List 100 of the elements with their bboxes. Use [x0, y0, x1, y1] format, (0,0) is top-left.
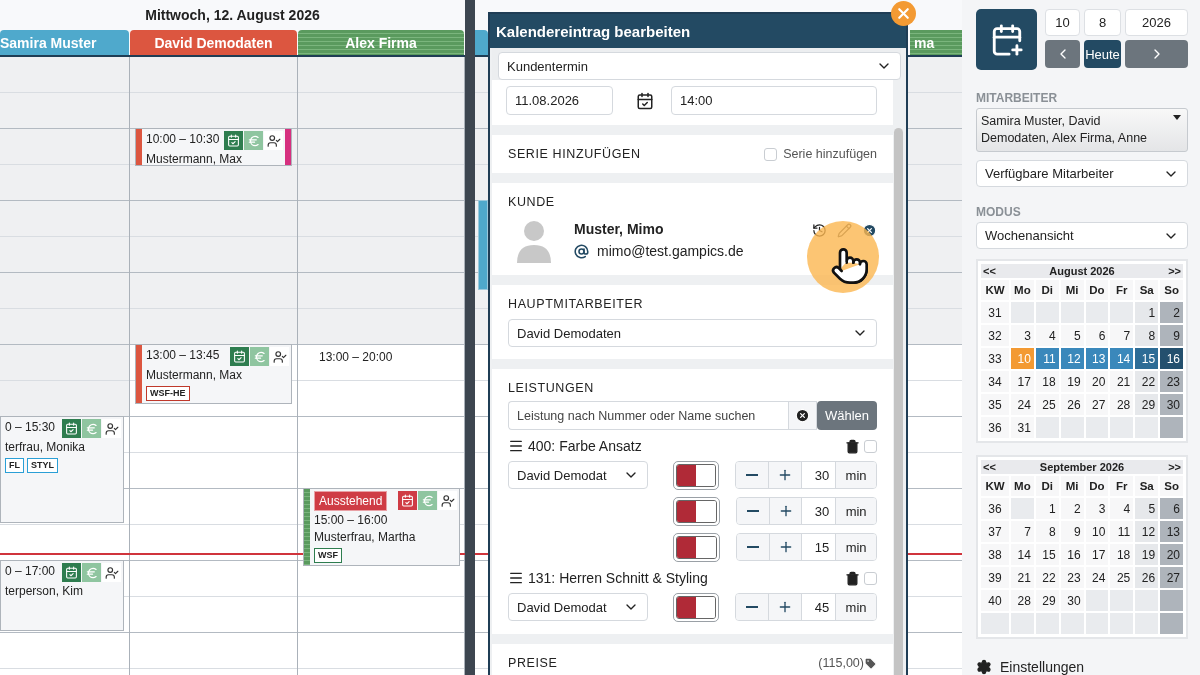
calendar-day[interactable]: 24: [1085, 567, 1109, 588]
calendar-day[interactable]: 19: [1135, 544, 1159, 565]
appointment-card[interactable]: 10:00 – 10:30 Mustermann, Max: [135, 128, 292, 166]
calendar-day[interactable]: 2: [1160, 302, 1183, 323]
staff-select[interactable]: David Demodaten: [508, 319, 877, 347]
drag-handle-icon[interactable]: [508, 570, 524, 586]
calendar-day[interactable]: 27: [1085, 394, 1109, 415]
plus-button[interactable]: [769, 462, 803, 488]
calendar-day[interactable]: 27: [1160, 567, 1183, 588]
service-checkbox[interactable]: [864, 439, 877, 453]
calendar-day[interactable]: 22: [1135, 371, 1159, 392]
staff-filter-select[interactable]: Verfügbare Mitarbeiter: [976, 160, 1188, 187]
calendar-day[interactable]: 29: [1035, 590, 1059, 611]
calendar-day[interactable]: 17: [1011, 371, 1034, 392]
time-field[interactable]: 14:00: [671, 86, 877, 115]
calendar-day[interactable]: 21: [1011, 567, 1034, 588]
calendar-day[interactable]: 24: [1011, 394, 1034, 415]
minus-button[interactable]: [736, 534, 770, 560]
calendar-day[interactable]: 14: [1011, 544, 1034, 565]
appointment-card[interactable]: 0 – 15:30 terfrau, Monika FL STYL: [0, 416, 124, 523]
service-checkbox[interactable]: [864, 571, 877, 585]
calendar-day[interactable]: 5: [1135, 498, 1159, 519]
week-number[interactable]: 37: [981, 521, 1009, 542]
calendar-day[interactable]: 29: [1135, 394, 1159, 415]
next-month-link[interactable]: >>: [1168, 265, 1181, 277]
calendar-day[interactable]: 7: [1110, 325, 1134, 346]
calendar-column[interactable]: 13:00 – 20:00 Ausstehend 15:00 – 16:00 Musterfrau, Martha WSF: [298, 57, 465, 675]
choose-button[interactable]: Wählen: [816, 401, 877, 430]
week-number[interactable]: 32: [981, 325, 1009, 346]
minus-button[interactable]: [736, 498, 770, 524]
calendar-check-icon[interactable]: [636, 91, 654, 110]
toggle-switch[interactable]: [673, 496, 720, 526]
week-number[interactable]: 36: [981, 417, 1009, 438]
date-part-field[interactable]: 2026: [1125, 9, 1188, 36]
calendar-day[interactable]: 3: [1085, 498, 1109, 519]
calendar-day[interactable]: 8: [1135, 325, 1159, 346]
service-search-field[interactable]: Leistung nach Nummer oder Name suchen: [508, 401, 788, 430]
calendar-day[interactable]: 28: [1011, 590, 1034, 611]
calendar-day[interactable]: 12: [1060, 348, 1084, 369]
calendar-day[interactable]: 17: [1085, 544, 1109, 565]
week-number[interactable]: 33: [981, 348, 1009, 369]
calendar-column[interactable]: 10:00 – 10:30 Mustermann, Max 13:00 – 13:45 Mustermann, Max WSF-HE: [130, 57, 298, 675]
calendar-day[interactable]: 11: [1110, 521, 1134, 542]
calendar-day[interactable]: 16: [1060, 544, 1084, 565]
calendar-day[interactable]: 30: [1160, 394, 1183, 415]
calendar-day[interactable]: 12: [1135, 521, 1159, 542]
calendar-day[interactable]: 9: [1160, 325, 1183, 346]
calendar-day[interactable]: 18: [1035, 371, 1059, 392]
toggle-switch[interactable]: [673, 532, 720, 562]
appointment-card[interactable]: Ausstehend 15:00 – 16:00 Musterfrau, Martha WSF: [303, 488, 460, 566]
previous-month-link[interactable]: <<: [983, 461, 996, 473]
calendar-day[interactable]: 20: [1085, 371, 1109, 392]
calendar-day[interactable]: 20: [1160, 544, 1183, 565]
settings-icon[interactable]: [976, 659, 992, 675]
week-number[interactable]: 36: [981, 498, 1009, 519]
week-number[interactable]: 38: [981, 544, 1009, 565]
calendar-day[interactable]: 26: [1135, 567, 1159, 588]
service-staff-select[interactable]: David Demodat: [508, 593, 648, 621]
calendar-day[interactable]: 19: [1060, 371, 1084, 392]
calendar-day[interactable]: 8: [1035, 521, 1059, 542]
calendar-day[interactable]: 31: [1011, 417, 1034, 438]
date-part-field[interactable]: 8: [1084, 9, 1121, 36]
calendar-day[interactable]: 15: [1135, 348, 1159, 369]
calendar-day[interactable]: 2: [1060, 498, 1084, 519]
calendar-day[interactable]: 15: [1035, 544, 1059, 565]
minus-button[interactable]: [736, 462, 770, 488]
week-number[interactable]: 40: [981, 590, 1009, 611]
calendar-day[interactable]: 1: [1035, 498, 1059, 519]
calendar-day[interactable]: 3: [1011, 325, 1034, 346]
calendar-day[interactable]: 26: [1060, 394, 1084, 415]
date-field[interactable]: 11.08.2026: [506, 86, 613, 115]
appointment-card[interactable]: 0 – 17:00 terperson, Kim: [0, 560, 124, 631]
date-part-field[interactable]: 10: [1045, 9, 1080, 36]
calendar-day[interactable]: 6: [1085, 325, 1109, 346]
calendar-day[interactable]: 28: [1110, 394, 1134, 415]
calendar-column[interactable]: 0 – 15:30 terfrau, Monika FL STYL 0 – 17:00 terperson, Kim: [0, 57, 130, 675]
calendar-day[interactable]: 1: [1135, 302, 1159, 323]
calendar-day[interactable]: 25: [1035, 394, 1059, 415]
week-number[interactable]: 35: [981, 394, 1009, 415]
trash-icon[interactable]: [845, 570, 860, 586]
calendar-day[interactable]: 18: [1110, 544, 1134, 565]
calendar-day[interactable]: 23: [1160, 371, 1183, 392]
calendar-day[interactable]: 14: [1110, 348, 1134, 369]
calendar-day[interactable]: 21: [1110, 371, 1134, 392]
week-number[interactable]: 39: [981, 567, 1009, 588]
calendar-day[interactable]: 5: [1060, 325, 1084, 346]
previous-month-link[interactable]: <<: [983, 265, 996, 277]
calendar-day[interactable]: 25: [1110, 567, 1134, 588]
minus-button[interactable]: [736, 594, 770, 620]
calendar-day[interactable]: 13: [1160, 521, 1183, 542]
trash-icon[interactable]: [845, 438, 860, 454]
calendar-day[interactable]: 4: [1035, 325, 1059, 346]
week-number[interactable]: 31: [981, 302, 1009, 323]
settings-link[interactable]: Einstellungen: [1000, 659, 1085, 675]
calendar-day[interactable]: 16: [1160, 348, 1183, 369]
service-staff-select[interactable]: David Demodat: [508, 461, 648, 489]
calendar-day[interactable]: 10: [1085, 521, 1109, 542]
calendar-day[interactable]: 6: [1160, 498, 1183, 519]
staff-multiselect[interactable]: Samira Muster, David Demodaten, Alex Firma, Anne: [976, 108, 1188, 152]
calendar-day[interactable]: 11: [1035, 348, 1059, 369]
